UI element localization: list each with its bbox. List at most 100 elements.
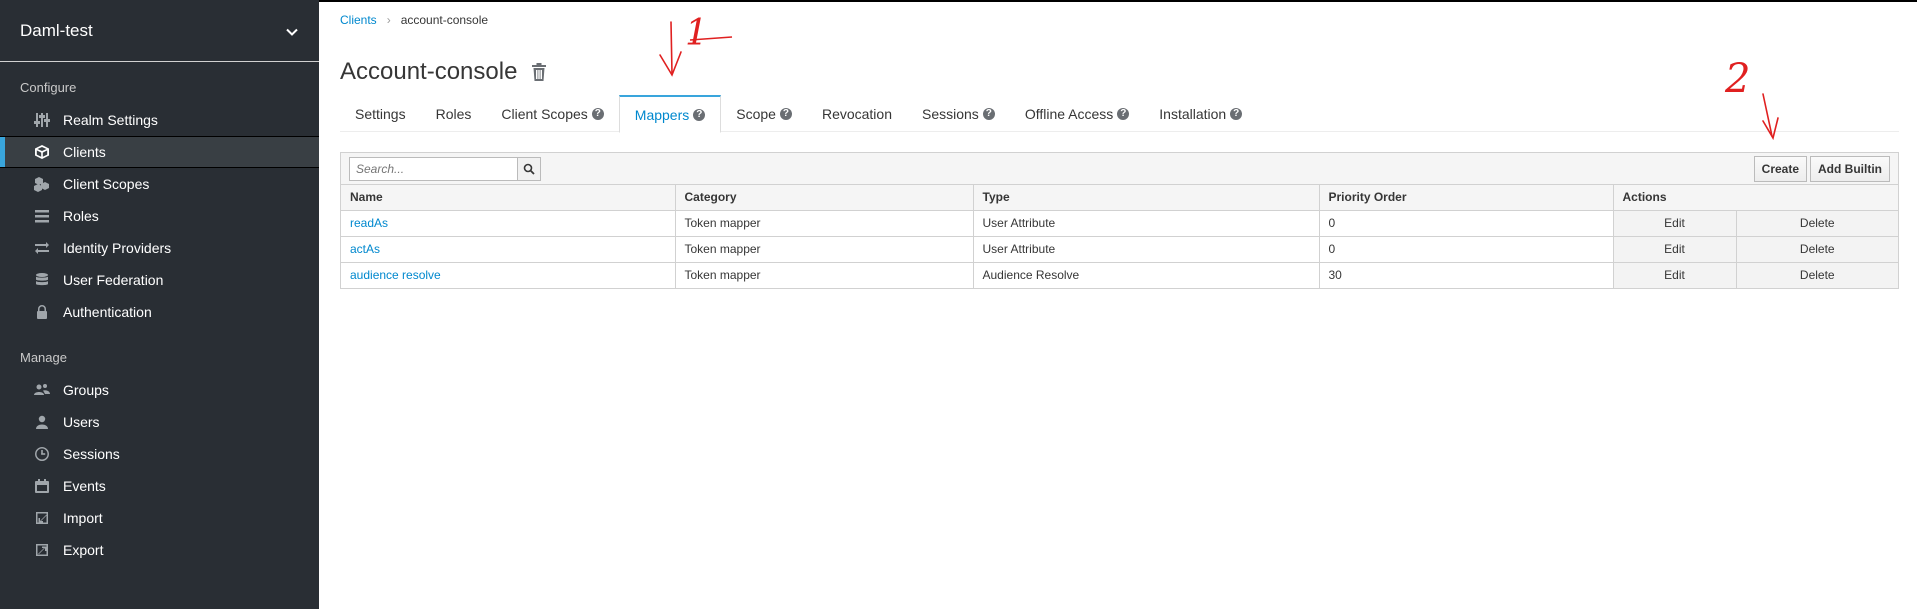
delete-button[interactable]: Delete (1736, 236, 1898, 263)
column-header-name: Name (341, 185, 676, 211)
add-builtin-button[interactable]: Add Builtin (1810, 155, 1890, 182)
create-button[interactable]: Create (1753, 155, 1808, 182)
help-icon[interactable]: ? (982, 107, 995, 120)
tab-sessions[interactable]: Sessions? (907, 95, 1010, 132)
tab-revocation[interactable]: Revocation (807, 95, 907, 132)
search-button[interactable] (517, 156, 541, 181)
table-toolbar: Create Add Builtin (341, 153, 1898, 185)
table-row: actAs Token mapper User Attribute 0 Edit… (341, 236, 1898, 263)
search-group (349, 156, 541, 181)
search-input[interactable] (349, 156, 517, 181)
trash-icon[interactable] (531, 63, 547, 81)
cube-icon (34, 144, 50, 160)
tab-installation[interactable]: Installation? (1144, 95, 1257, 132)
breadcrumb: Clients › account-console (340, 13, 488, 27)
sidebar-item-identity-providers[interactable]: Identity Providers (0, 232, 319, 264)
database-icon (34, 272, 50, 288)
edit-button[interactable]: Edit (1613, 236, 1737, 263)
breadcrumb-clients-link[interactable]: Clients (340, 13, 377, 27)
tab-label: Installation (1159, 105, 1227, 122)
mapper-type: User Attribute (973, 236, 1320, 263)
user-icon (34, 414, 50, 430)
sidebar-item-sessions[interactable]: Sessions (0, 438, 319, 470)
main-content: Clients › account-console Account-consol… (319, 0, 1917, 609)
column-header-category: Category (675, 185, 974, 211)
column-header-type: Type (973, 185, 1320, 211)
breadcrumb-current: account-console (400, 13, 489, 27)
help-icon[interactable]: ? (1230, 107, 1243, 120)
breadcrumb-separator: › (386, 13, 391, 27)
mapper-category: Token mapper (675, 210, 974, 237)
sliders-icon (34, 112, 50, 128)
tab-label: Client Scopes (501, 105, 588, 122)
calendar-icon (34, 478, 50, 494)
tab-label: Mappers (634, 106, 690, 123)
mapper-name-link[interactable]: audience resolve (341, 262, 676, 288)
tab-label: Settings (355, 105, 406, 122)
lock-icon (34, 304, 50, 320)
column-header-actions: Actions (1613, 185, 1898, 211)
exchange-icon (34, 240, 50, 256)
table-header-row: Name Category Type Priority Order Action… (341, 185, 1898, 211)
title-row: Account-console (340, 58, 547, 86)
sidebar-item-users[interactable]: Users (0, 406, 319, 438)
manage-nav: Groups Users Sessions Events Import Expo… (0, 374, 319, 566)
tab-settings[interactable]: Settings (340, 95, 421, 132)
edit-button[interactable]: Edit (1613, 210, 1737, 237)
sidebar-item-groups[interactable]: Groups (0, 374, 319, 406)
sidebar-item-label: Groups (63, 382, 109, 398)
delete-button[interactable]: Delete (1736, 262, 1898, 288)
manage-section-title: Manage (20, 350, 67, 365)
delete-button[interactable]: Delete (1736, 210, 1898, 237)
sidebar-item-roles[interactable]: Roles (0, 200, 319, 232)
tab-label: Revocation (821, 105, 892, 122)
help-icon[interactable]: ? (1117, 107, 1130, 120)
sidebar-item-label: Export (63, 542, 104, 558)
help-icon[interactable]: ? (779, 107, 792, 120)
edit-button[interactable]: Edit (1613, 262, 1737, 288)
cubes-icon (34, 176, 50, 192)
mapper-priority: 0 (1319, 236, 1614, 263)
sidebar-item-import[interactable]: Import (0, 502, 319, 534)
sidebar-item-label: Clients (63, 144, 106, 160)
tab-client-scopes[interactable]: Client Scopes? (486, 95, 618, 132)
tab-label: Sessions (922, 105, 979, 122)
sidebar-item-label: Realm Settings (63, 112, 158, 128)
mapper-name-link[interactable]: actAs (341, 236, 676, 263)
sidebar-item-export[interactable]: Export (0, 534, 319, 566)
clock-icon (34, 446, 50, 462)
mapper-name-link[interactable]: readAs (341, 210, 676, 237)
tab-scope[interactable]: Scope? (721, 95, 807, 132)
sidebar-item-label: Identity Providers (63, 240, 172, 256)
sidebar-item-label: Events (63, 478, 106, 494)
tab-label: Roles (435, 105, 472, 122)
chevron-down-icon (285, 24, 299, 38)
sidebar-item-user-federation[interactable]: User Federation (0, 264, 319, 296)
help-icon[interactable]: ? (693, 108, 706, 121)
mapper-priority: 0 (1319, 210, 1614, 237)
page-title: Account-console (340, 58, 518, 85)
help-icon[interactable]: ? (591, 107, 604, 120)
column-header-priority: Priority Order (1319, 185, 1614, 211)
tab-label: Offline Access (1024, 105, 1114, 122)
sidebar: Daml-test Configure Realm Settings Clien… (0, 0, 319, 609)
sidebar-item-clients[interactable]: Clients (0, 136, 319, 168)
configure-nav: Realm Settings Clients Client Scopes Rol… (0, 104, 319, 328)
sidebar-item-realm-settings[interactable]: Realm Settings (0, 104, 319, 136)
sidebar-item-label: Import (63, 510, 103, 526)
sidebar-item-events[interactable]: Events (0, 470, 319, 502)
tab-label: Scope (736, 105, 776, 122)
sidebar-item-client-scopes[interactable]: Client Scopes (0, 168, 319, 200)
tab-bar: Settings Roles Client Scopes? Mappers? S… (340, 95, 1899, 133)
mappers-table: Name Category Type Priority Order Action… (341, 185, 1898, 288)
tab-roles[interactable]: Roles (421, 95, 487, 132)
search-icon (523, 163, 535, 175)
table-row: audience resolve Token mapper Audience R… (341, 262, 1898, 288)
export-icon (34, 542, 50, 558)
sidebar-item-authentication[interactable]: Authentication (0, 296, 319, 328)
sidebar-item-label: User Federation (63, 272, 164, 288)
realm-selector[interactable]: Daml-test (0, 0, 319, 62)
mappers-table-container: Create Add Builtin Name Category Type Pr… (340, 152, 1899, 289)
tab-offline-access[interactable]: Offline Access? (1010, 95, 1144, 132)
tab-mappers[interactable]: Mappers? (618, 95, 722, 133)
